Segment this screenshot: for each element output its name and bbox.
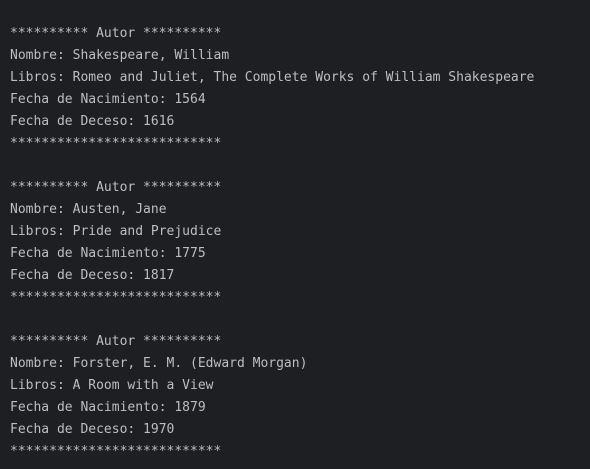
- author-name-line: Nombre: Forster, E. M. (Edward Morgan): [10, 356, 308, 371]
- author-header-line: ********** Autor **********: [10, 334, 222, 349]
- author-block: ********** Autor ********** Nombre: Aust…: [10, 177, 590, 309]
- author-birth-line: Fecha de Nacimiento: 1564: [10, 92, 206, 107]
- author-books-line: Libros: A Room with a View: [10, 378, 214, 393]
- author-footer-line: ***************************: [10, 444, 222, 459]
- author-death-line: Fecha de Deceso: 1616: [10, 114, 175, 129]
- author-name-line: Nombre: Austen, Jane: [10, 202, 167, 217]
- author-block: ********** Autor ********** Nombre: Shak…: [10, 23, 590, 155]
- author-birth-line: Fecha de Nacimiento: 1775: [10, 246, 206, 261]
- author-death-line: Fecha de Deceso: 1970: [10, 422, 175, 437]
- author-header-line: ********** Autor **********: [10, 180, 222, 195]
- author-books-line: Libros: Pride and Prejudice: [10, 224, 222, 239]
- author-footer-line: ***************************: [10, 136, 222, 151]
- author-block: ********** Autor ********** Nombre: Fors…: [10, 331, 590, 463]
- author-books-line: Libros: Romeo and Juliet, The Complete W…: [10, 70, 535, 85]
- console-output: ********** Autor ********** Nombre: Shak…: [0, 0, 590, 469]
- author-birth-line: Fecha de Nacimiento: 1879: [10, 400, 206, 415]
- author-death-line: Fecha de Deceso: 1817: [10, 268, 175, 283]
- author-name-line: Nombre: Shakespeare, William: [10, 48, 230, 63]
- author-header-line: ********** Autor **********: [10, 26, 222, 41]
- author-footer-line: ***************************: [10, 290, 222, 305]
